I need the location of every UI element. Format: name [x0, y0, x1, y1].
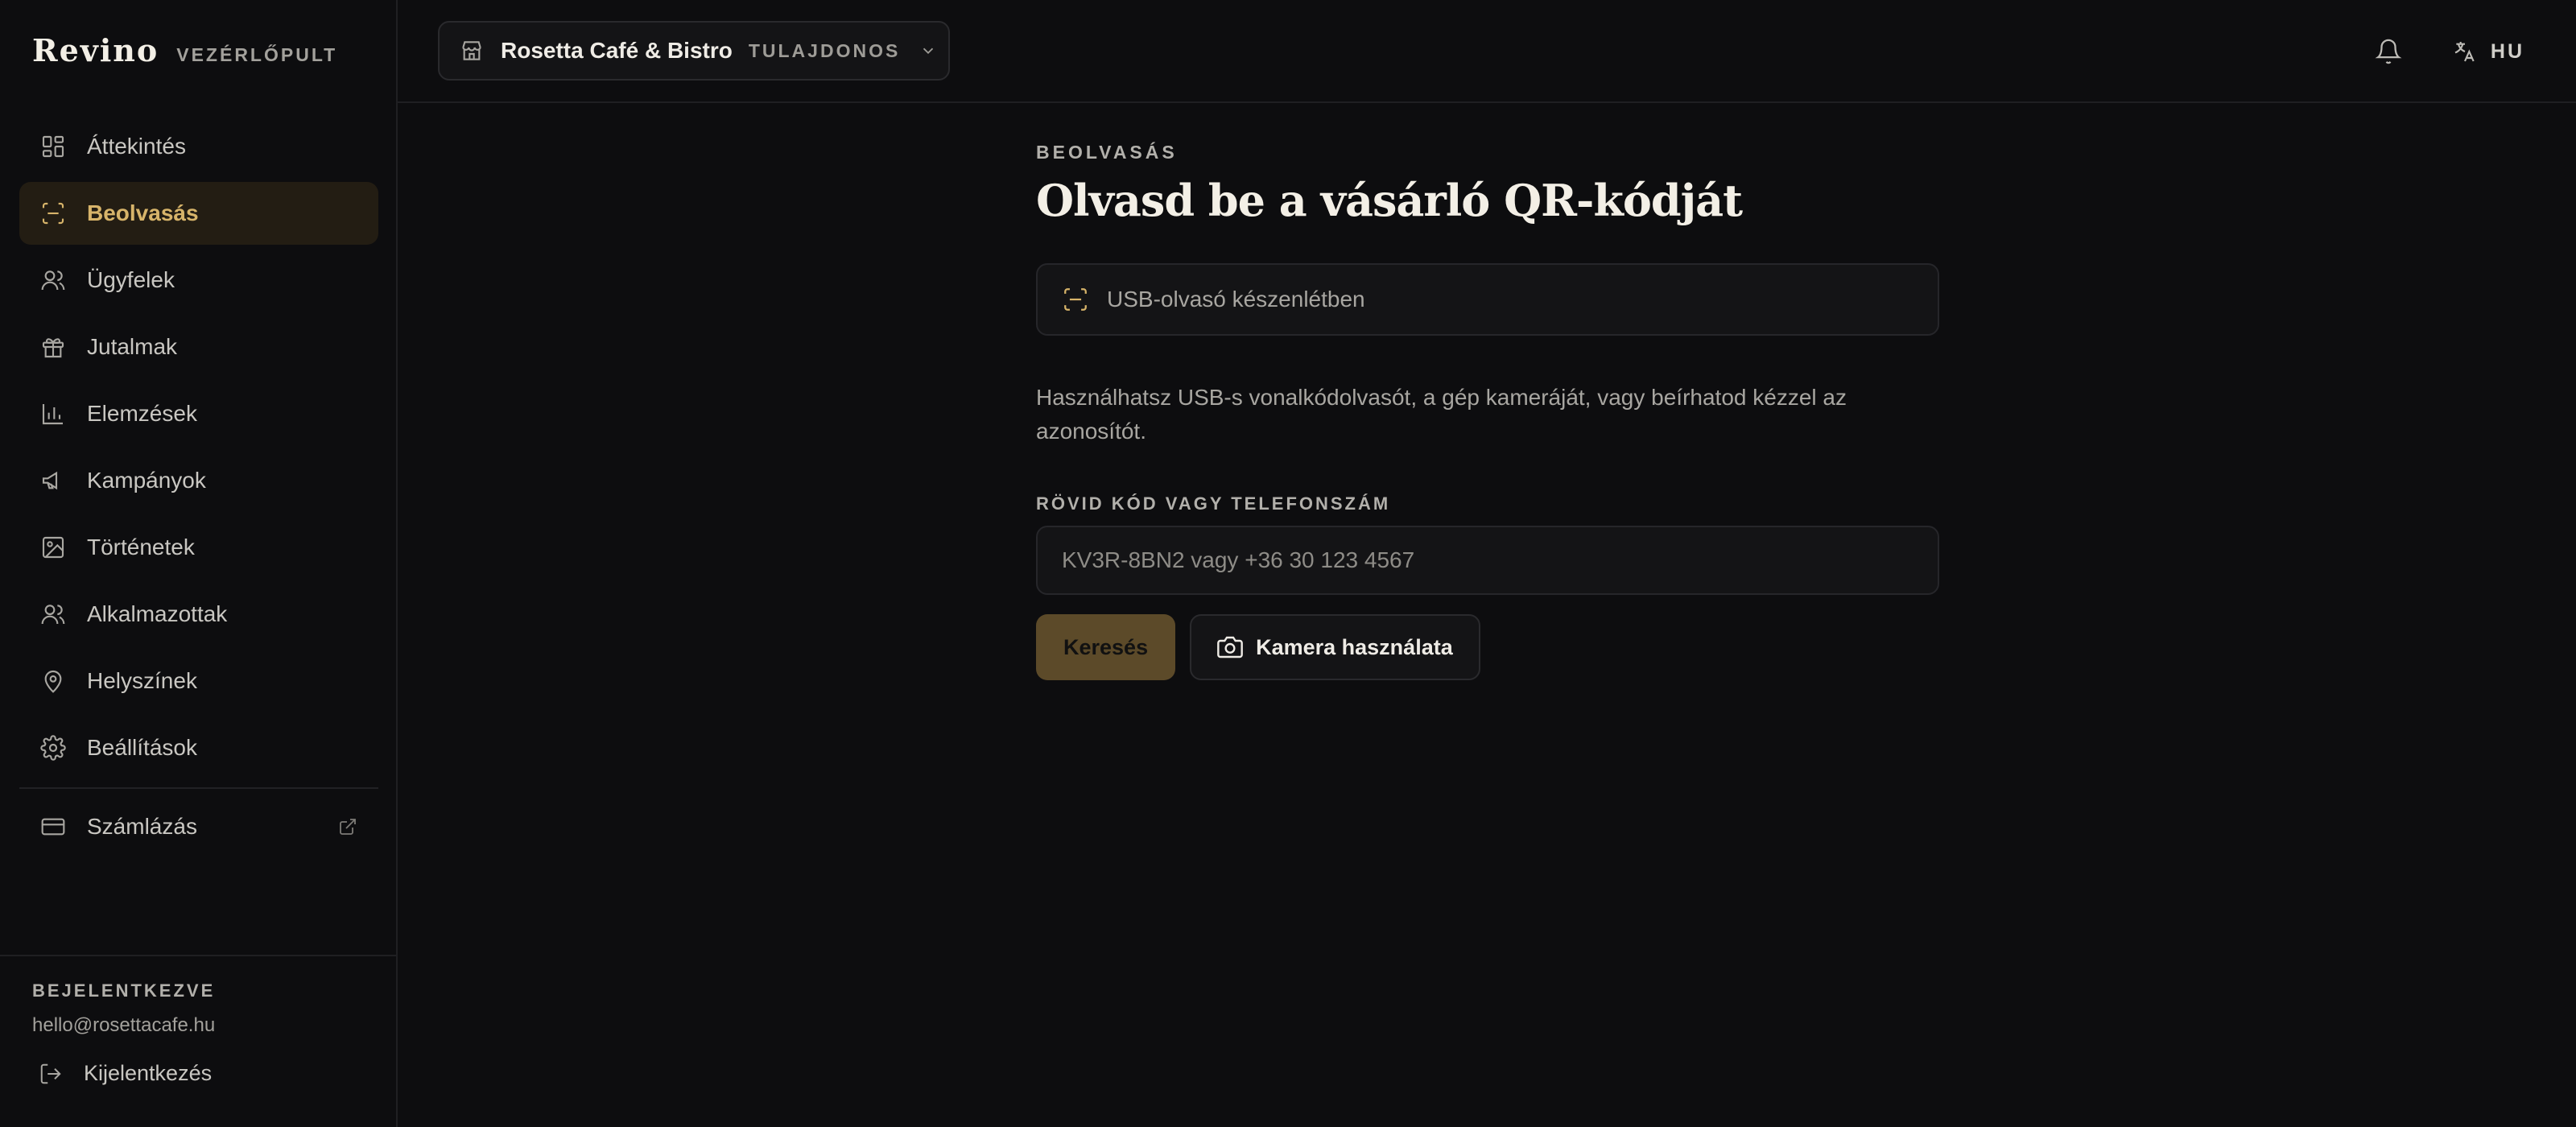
image-icon [42, 536, 64, 559]
search-button[interactable]: Keresés [1036, 614, 1176, 680]
sidebar-item-rewards[interactable]: Jutalmak [19, 316, 378, 378]
chevron-down-icon [923, 47, 934, 55]
sidebar-item-label: Elemzések [87, 401, 197, 426]
venue-name: Rosetta Café & Bistro [501, 38, 733, 63]
sidebar-item-billing[interactable]: Számlázás [19, 795, 378, 858]
sidebar-item-label: Alkalmazottak [87, 601, 228, 626]
venue-switcher[interactable]: Rosetta Café & Bistro TULAJDONOS [438, 21, 950, 80]
language-code: HU [2490, 39, 2524, 63]
sidebar-item-label: Helyszínek [87, 668, 197, 693]
sidebar-item-analytics[interactable]: Elemzések [19, 382, 378, 445]
sidebar-item-scan[interactable]: Beolvasás [19, 182, 378, 245]
logout-button[interactable]: Kijelentkezés [39, 1061, 364, 1086]
sidebar-item-stories[interactable]: Történetek [19, 516, 378, 579]
camera-button-label: Kamera használata [1256, 634, 1453, 659]
code-input[interactable] [1036, 526, 1939, 595]
sidebar-item-label: Beállítások [87, 735, 197, 760]
brand-name: Revino [32, 32, 159, 68]
signed-in-label: BEJELENTKEZVE [32, 980, 216, 1001]
main-area: Rosetta Café & Bistro TULAJDONOS HU BEOL… [398, 0, 2576, 1127]
page-title: Olvasd be a vásárló QR-kódját [1036, 175, 1743, 226]
sidebar-item-campaigns[interactable]: Kampányok [19, 449, 378, 512]
scan-icon [42, 202, 64, 225]
sidebar-item-customers[interactable]: Ügyfelek [19, 249, 378, 312]
bell-icon[interactable] [2375, 38, 2402, 65]
camera-icon [1217, 636, 1243, 658]
code-field-label: RÖVID KÓD VAGY TELEFONSZÁM [1036, 493, 1391, 514]
external-link-icon [340, 819, 356, 835]
sidebar-item-label: Történetek [87, 535, 195, 559]
sidebar-item-label: Számlázás [87, 814, 197, 839]
scanner-status: USB-olvasó készenlétben [1107, 287, 1365, 312]
sidebar-item-staff[interactable]: Alkalmazottak [19, 583, 378, 646]
brand-subtitle: VEZÉRLŐPULT [176, 44, 338, 65]
megaphone-icon [42, 471, 58, 490]
brand: Revino VEZÉRLŐPULT [32, 32, 337, 72]
logout-icon [40, 1063, 61, 1084]
sidebar-item-label: Áttekintés [87, 134, 186, 159]
topbar: Rosetta Café & Bistro TULAJDONOS HU [398, 0, 2576, 103]
gear-icon [40, 735, 66, 761]
scanner-status-box: USB-olvasó készenlétben [1036, 263, 1939, 336]
topbar-actions: HU [2375, 0, 2524, 103]
gift-icon [42, 338, 64, 358]
sidebar-item-label: Kampányok [87, 468, 206, 493]
sidebar-item-locations[interactable]: Helyszínek [19, 650, 378, 712]
sidebar-item-label: Jutalmak [87, 334, 178, 359]
language-switcher[interactable]: HU [2452, 39, 2524, 64]
scan-icon [1064, 288, 1087, 311]
sidebar-item-label: Ügyfelek [87, 267, 175, 292]
sidebar-nav: Áttekintés Beolvasás Ügyfelek Jutalmak E… [19, 115, 378, 862]
sidebar-item-settings[interactable]: Beállítások [19, 716, 378, 779]
sidebar-item-label: Beolvasás [87, 200, 199, 225]
sidebar-divider [19, 787, 378, 789]
scan-panel: BEOLVASÁS Olvasd be a vásárló QR-kódját … [1036, 142, 1939, 680]
bar-chart-icon [42, 404, 63, 425]
translate-icon [2454, 42, 2475, 62]
dashboard-icon [42, 135, 64, 158]
store-icon [462, 41, 481, 60]
staff-icon [41, 605, 65, 625]
logout-label: Kijelentkezés [84, 1061, 213, 1085]
credit-card-icon [41, 818, 65, 836]
page-eyebrow: BEOLVASÁS [1036, 142, 1178, 163]
map-pin-icon [44, 670, 62, 693]
user-email: hello@rosettacafe.hu [32, 1014, 216, 1036]
sidebar: Revino VEZÉRLŐPULT Áttekintés Beolvasás … [0, 0, 398, 1127]
help-text: Használhatsz USB-s vonalkódolvasót, a gé… [1036, 385, 1847, 444]
sidebar-item-overview[interactable]: Áttekintés [19, 115, 378, 178]
sidebar-footer: BEJELENTKEZVE hello@rosettacafe.hu Kijel… [0, 955, 396, 1127]
scan-actions: Keresés Kamera használata [1036, 614, 1939, 680]
venue-role: TULAJDONOS [748, 39, 901, 61]
users-icon [41, 270, 65, 291]
camera-button[interactable]: Kamera használata [1190, 614, 1480, 680]
